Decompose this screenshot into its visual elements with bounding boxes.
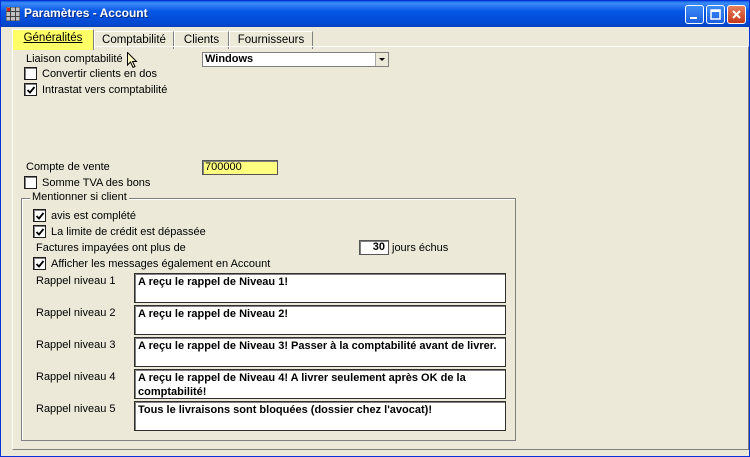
intrastat-label: Intrastat vers comptabilité bbox=[42, 84, 168, 96]
tab-label: Fournisseurs bbox=[237, 34, 305, 46]
maximize-icon bbox=[710, 9, 721, 20]
close-icon bbox=[732, 10, 741, 19]
jours-input[interactable]: 30 bbox=[359, 240, 389, 255]
intrastat-checkbox[interactable] bbox=[24, 83, 37, 96]
dropdown-button[interactable] bbox=[375, 53, 388, 66]
limite-credit-label: La limite de crédit est dépassée bbox=[51, 226, 206, 238]
checkmark-icon bbox=[35, 228, 45, 236]
somme-tva-label: Somme TVA des bons bbox=[42, 177, 151, 189]
checkmark-icon bbox=[35, 260, 45, 268]
compte-vente-label: Compte de vente bbox=[26, 161, 110, 173]
liaison-select[interactable]: Windows bbox=[202, 52, 389, 67]
compte-vente-input[interactable]: 700000 bbox=[202, 160, 278, 175]
limite-credit-checkbox[interactable] bbox=[33, 225, 46, 238]
liaison-value: Windows bbox=[205, 53, 254, 65]
rappel-text-2[interactable]: A reçu le rappel de Niveau 2! bbox=[134, 305, 506, 335]
settings-window: Paramètres - Account Généralités Comptab… bbox=[0, 0, 750, 457]
convert-clients-label: Convertir clients en dos bbox=[42, 68, 157, 80]
rappel-text-3[interactable]: A reçu le rappel de Niveau 3! Passer à l… bbox=[134, 337, 506, 367]
tab-label: Clients bbox=[183, 34, 220, 46]
rappel-value-3: A reçu le rappel de Niveau 3! Passer à l… bbox=[138, 340, 497, 352]
avis-checkbox[interactable] bbox=[33, 209, 46, 222]
rappel-label-3: Rappel niveau 3 bbox=[36, 339, 116, 351]
rappel-value-4: A reçu le rappel de Niveau 4! A livrer s… bbox=[138, 372, 466, 398]
minimize-button[interactable] bbox=[685, 5, 704, 24]
group-title: Mentionner si client bbox=[30, 191, 129, 203]
jours-value: 30 bbox=[372, 241, 385, 253]
close-button[interactable] bbox=[727, 5, 746, 24]
checkmark-icon bbox=[26, 86, 36, 94]
rappel-text-5[interactable]: Tous le livraisons sont bloquées (dossie… bbox=[134, 401, 506, 431]
rappel-label-1: Rappel niveau 1 bbox=[36, 275, 116, 287]
jours-unit-label: jours échus bbox=[392, 242, 449, 254]
client-area: Généralités Comptabilité Clients Fournis… bbox=[4, 27, 749, 453]
title-bar[interactable]: Paramètres - Account bbox=[1, 1, 749, 27]
convert-clients-checkbox[interactable] bbox=[24, 67, 37, 80]
compte-vente-value: 700000 bbox=[205, 161, 242, 173]
maximize-button[interactable] bbox=[706, 5, 725, 24]
rappel-value-5: Tous le livraisons sont bloquées (dossie… bbox=[138, 404, 432, 416]
checkmark-icon bbox=[35, 212, 45, 220]
mention-groupbox: Mentionner si client avis est complété L… bbox=[21, 191, 516, 441]
tab-label: Comptabilité bbox=[102, 34, 166, 46]
rappel-value-1: A reçu le rappel de Niveau 1! bbox=[138, 276, 288, 288]
factures-label: Factures impayées ont plus de bbox=[36, 242, 186, 254]
afficher-messages-checkbox[interactable] bbox=[33, 257, 46, 270]
rappel-text-1[interactable]: A reçu le rappel de Niveau 1! bbox=[134, 273, 506, 303]
grid-app-icon bbox=[6, 7, 20, 21]
rappel-label-5: Rappel niveau 5 bbox=[36, 403, 116, 415]
liaison-label: Liaison comptabilité bbox=[26, 53, 123, 65]
chevron-down-icon bbox=[379, 58, 385, 61]
rappel-text-4[interactable]: A reçu le rappel de Niveau 4! A livrer s… bbox=[134, 369, 506, 399]
rappel-label-2: Rappel niveau 2 bbox=[36, 307, 116, 319]
minimize-icon bbox=[690, 17, 697, 19]
somme-tva-checkbox[interactable] bbox=[24, 176, 37, 189]
rappel-label-4: Rappel niveau 4 bbox=[36, 371, 116, 383]
tab-label: Généralités bbox=[23, 32, 83, 44]
rappel-value-2: A reçu le rappel de Niveau 2! bbox=[138, 308, 288, 320]
avis-label: avis est complété bbox=[51, 210, 136, 222]
window-title: Paramètres - Account bbox=[24, 6, 148, 20]
tab-panel-generalites: Liaison comptabilité Windows Convertir c… bbox=[12, 46, 749, 450]
afficher-messages-label: Afficher les messages également en Accou… bbox=[51, 258, 271, 270]
mouse-pointer-icon bbox=[127, 52, 138, 69]
tab-generalites[interactable]: Généralités bbox=[12, 29, 94, 50]
